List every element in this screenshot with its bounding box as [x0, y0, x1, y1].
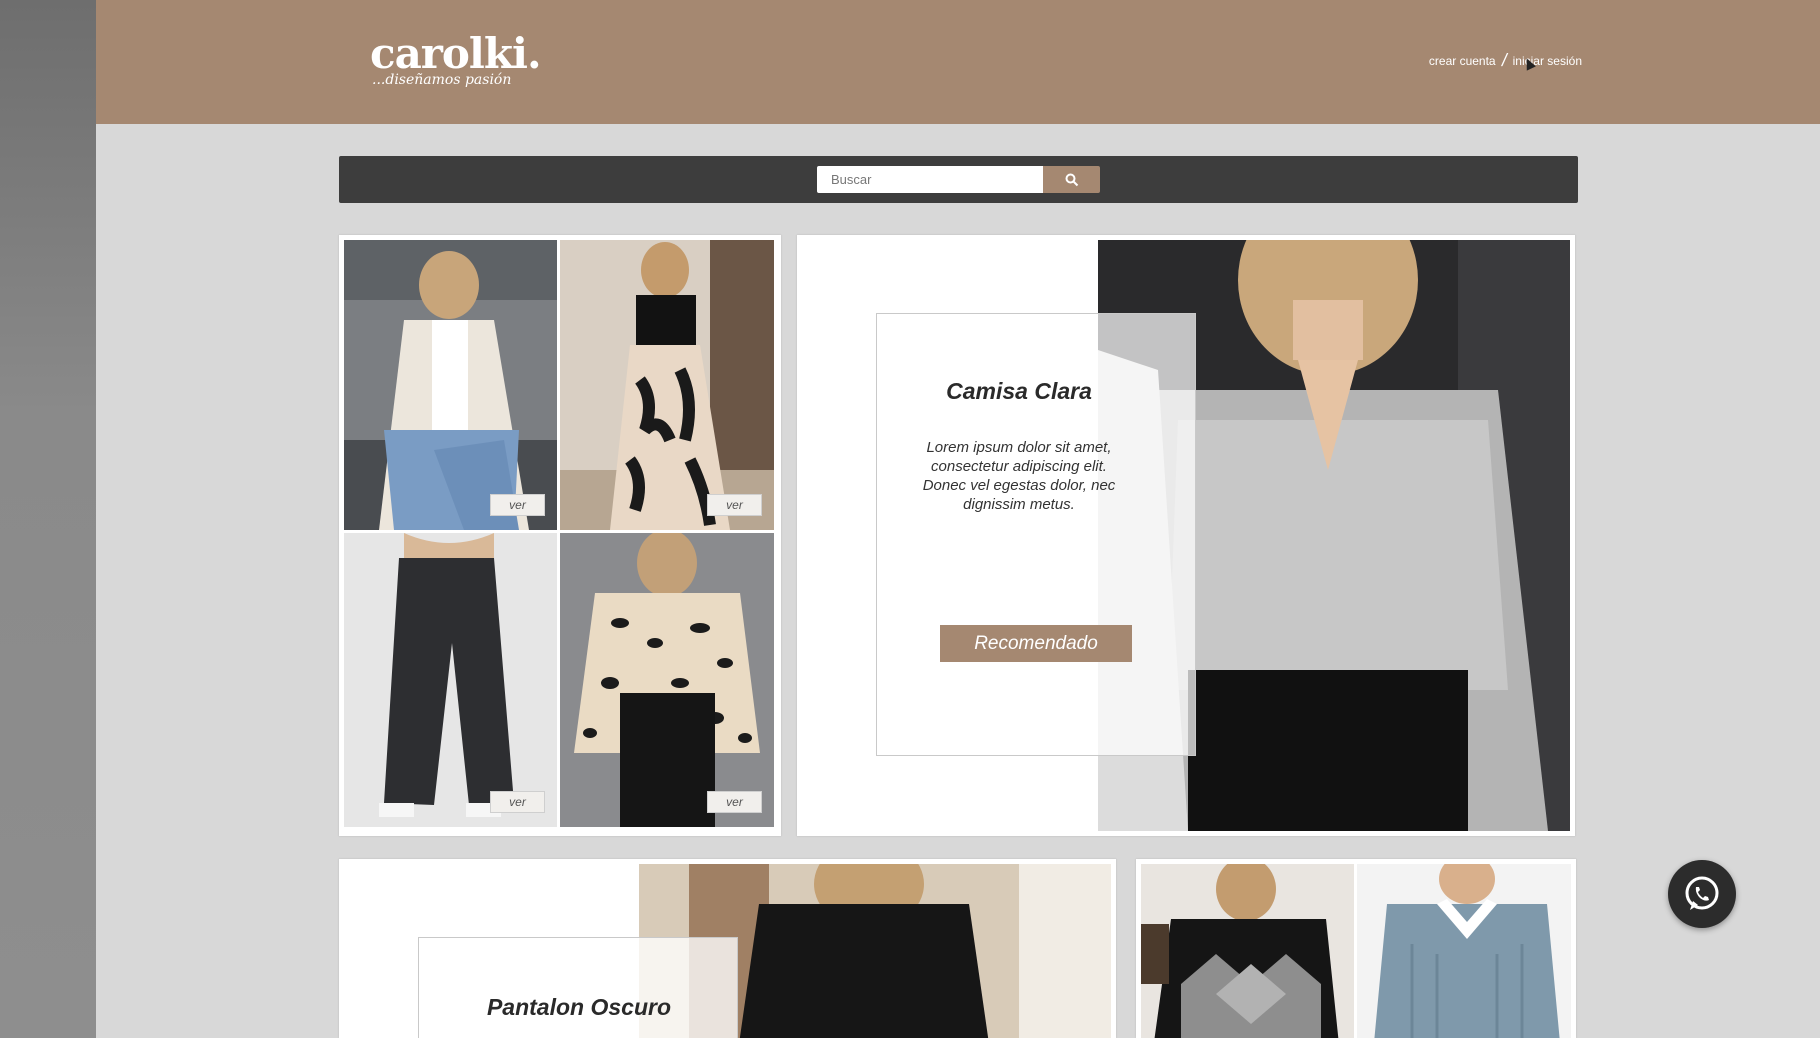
featured-product-panel: Camisa Clara Lorem ipsum dolor sit amet,… — [797, 235, 1575, 836]
product-tile-coat[interactable]: ver — [344, 240, 557, 530]
brand-logo[interactable]: carolki. ...diseñamos pasión — [370, 29, 542, 89]
product-tile-printed-pants[interactable]: ver — [560, 240, 774, 530]
product-photo — [1141, 864, 1354, 1038]
view-button[interactable]: ver — [490, 791, 545, 813]
featured-card: Camisa Clara Lorem ipsum dolor sit amet,… — [876, 313, 1196, 756]
browser-edge — [0, 0, 96, 1038]
search-input[interactable] — [817, 166, 1043, 193]
view-button[interactable]: ver — [490, 494, 545, 516]
recommended-button[interactable]: Recomendado — [940, 625, 1132, 662]
featured-title-2: Pantalon Oscuro — [486, 994, 672, 1020]
brand-name: carolki. — [370, 29, 542, 78]
product-tile-argyle-sweater[interactable] — [1141, 864, 1354, 1038]
site-header: carolki. ...diseñamos pasión crear cuent… — [96, 0, 1820, 124]
whatsapp-icon — [1685, 876, 1719, 910]
product-photo — [344, 533, 557, 827]
product-grid-panel-2 — [1136, 859, 1576, 1038]
product-photo — [560, 533, 774, 827]
auth-separator: / — [1499, 50, 1509, 70]
auth-links: crear cuenta / iniciar sesión — [1429, 50, 1582, 71]
product-photo — [344, 240, 557, 530]
featured-card-2: Pantalon Oscuro — [418, 937, 738, 1038]
featured-product-panel-2: Pantalon Oscuro — [339, 859, 1116, 1038]
search-bar — [339, 156, 1578, 203]
featured-description: Lorem ipsum dolor sit amet, consectetur … — [922, 439, 1116, 513]
product-photo — [1357, 864, 1571, 1038]
product-tile-dark-jeans[interactable]: ver — [344, 533, 557, 827]
product-tile-blue-sweater[interactable] — [1357, 864, 1571, 1038]
product-tile-leopard-blouse[interactable]: ver — [560, 533, 774, 827]
featured-title: Camisa Clara — [946, 378, 1092, 404]
create-account-link[interactable]: crear cuenta — [1429, 54, 1496, 68]
search-button[interactable] — [1043, 166, 1100, 193]
product-photo — [560, 240, 774, 530]
whatsapp-button[interactable] — [1668, 860, 1736, 928]
product-grid-panel: ver ver ver ver — [339, 235, 781, 836]
view-button[interactable]: ver — [707, 494, 762, 516]
view-button[interactable]: ver — [707, 791, 762, 813]
search-icon — [1065, 173, 1078, 186]
